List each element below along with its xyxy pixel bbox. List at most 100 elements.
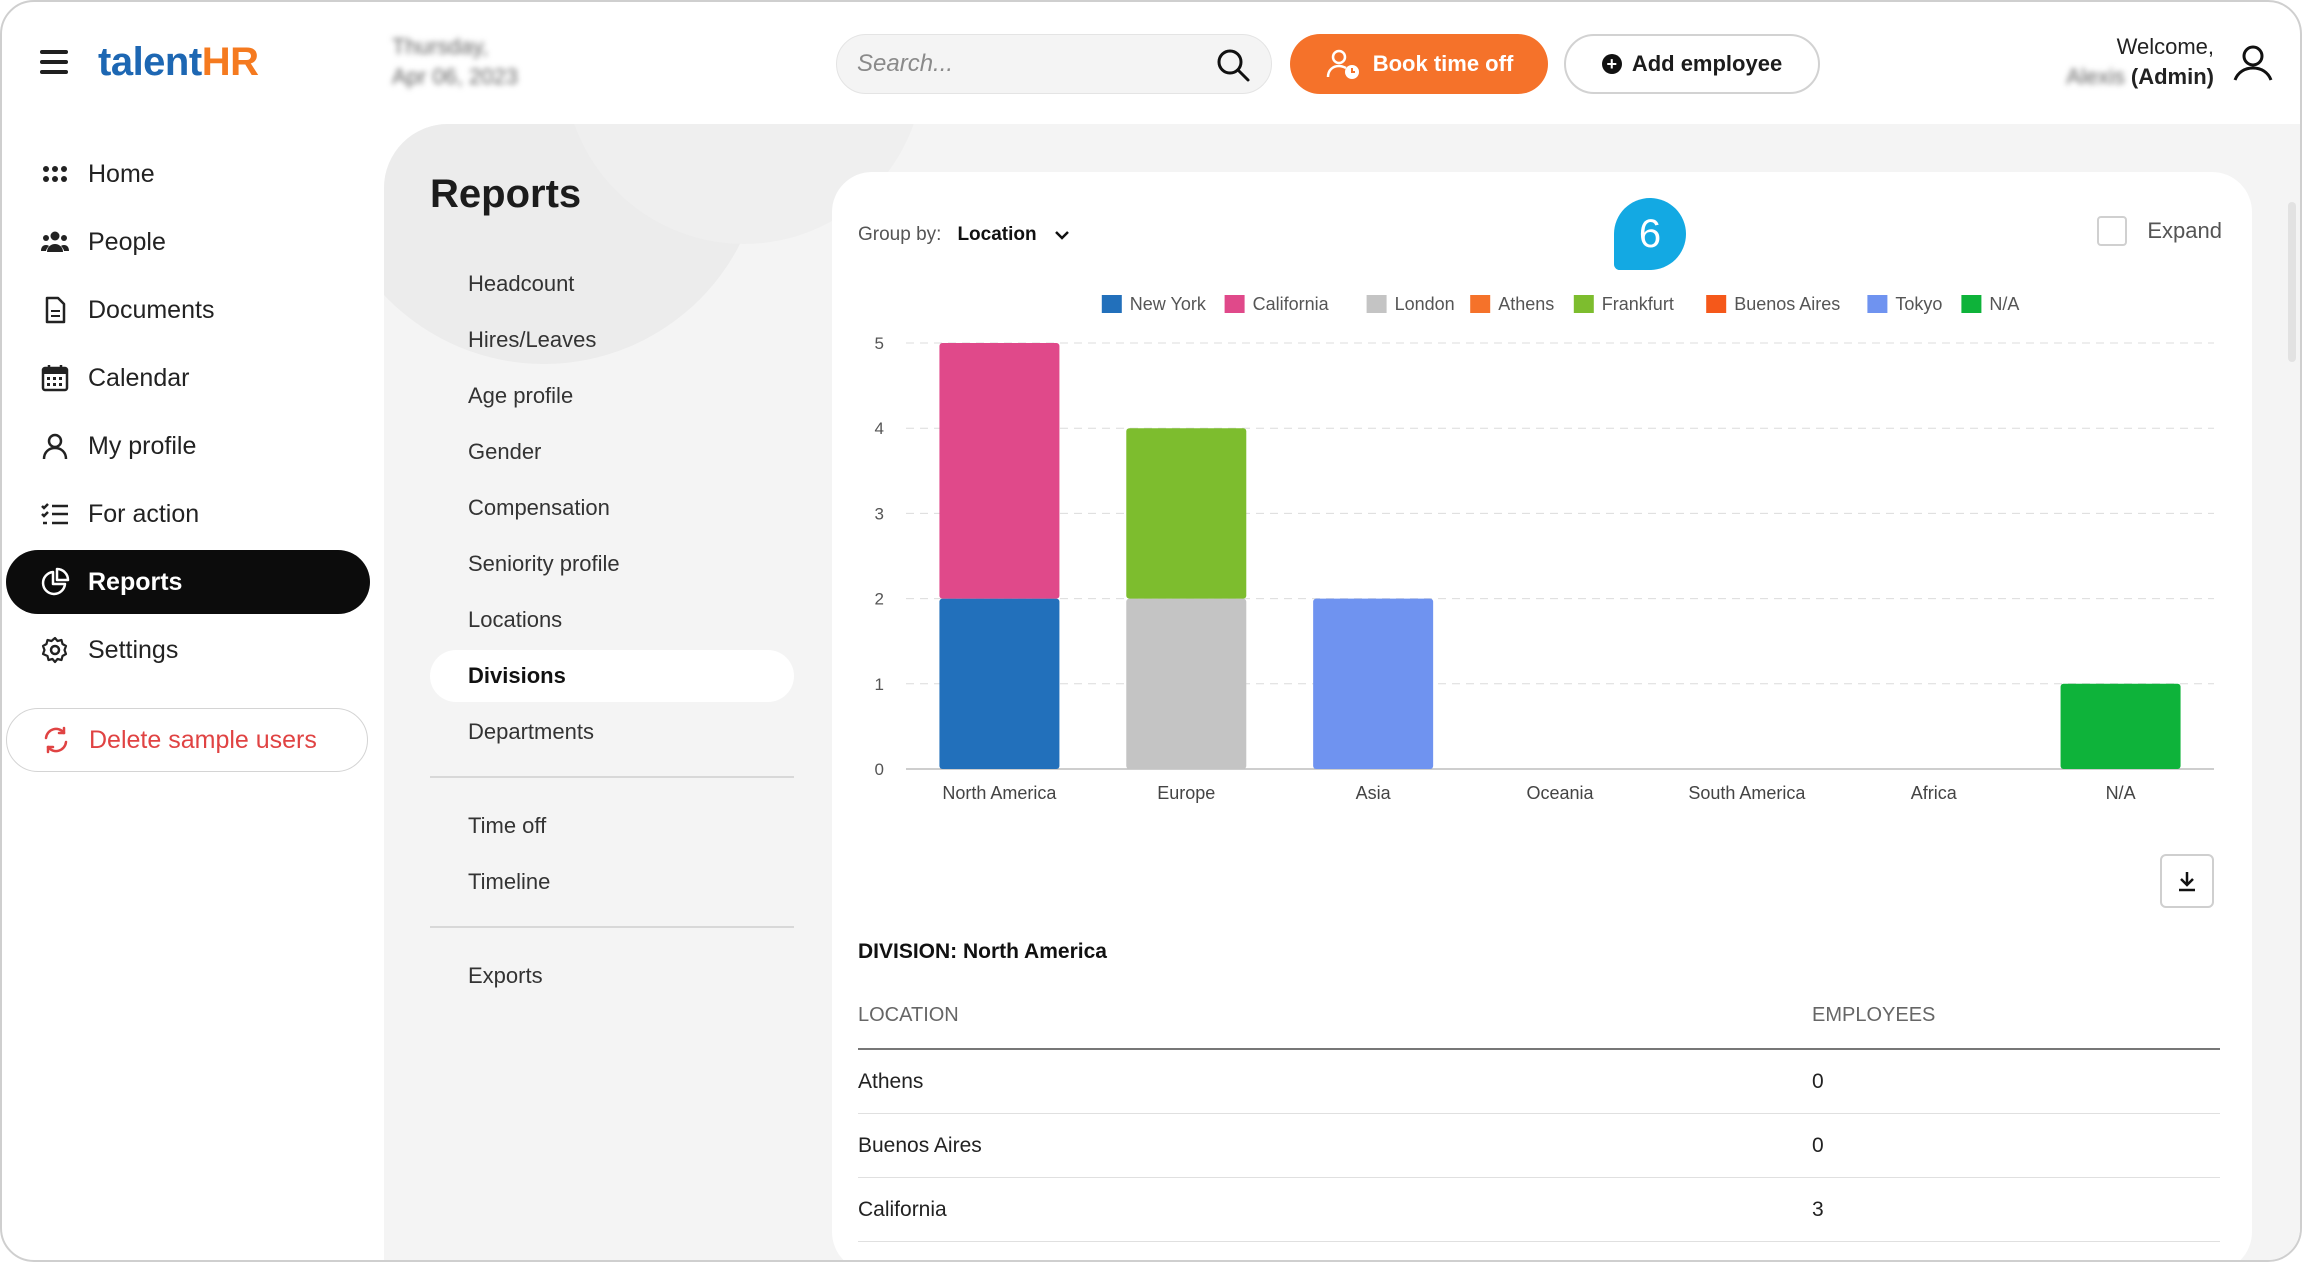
table-row: Athens 0: [858, 1050, 2220, 1114]
report-item-headcount[interactable]: Headcount: [430, 258, 794, 310]
legend-label: N/A: [1989, 294, 2019, 314]
date-display: Thursday, Apr 06, 2023: [392, 34, 518, 89]
download-button[interactable]: [2160, 854, 2214, 908]
location-cell: California: [858, 1197, 947, 1221]
report-item-seniority-profile[interactable]: Seniority profile: [430, 538, 794, 590]
sidebar-item-label: For action: [88, 499, 200, 528]
page-title: Reports: [430, 172, 582, 216]
legend-swatch: [1867, 295, 1888, 313]
bar-segment: [1126, 428, 1247, 599]
sidebar-item-label: Documents: [88, 295, 215, 324]
column-header-employees: EMPLOYEES: [1812, 1004, 1936, 1026]
legend-swatch: [1573, 295, 1594, 313]
book-time-off-label: Book time off: [1372, 51, 1514, 76]
employees-cell: 0: [1812, 1133, 1824, 1157]
report-item-timeline[interactable]: Timeline: [430, 856, 794, 908]
divider: [430, 926, 794, 928]
x-tick-label: Africa: [1911, 783, 1958, 803]
location-cell: Athens: [858, 1069, 924, 1093]
division-bar-chart: 0 1 2 3 4 5 North America Europe Asia Oceania Sout…: [875, 294, 2214, 803]
report-item-exports[interactable]: Exports: [430, 950, 794, 1002]
legend-swatch: [1470, 295, 1491, 313]
expand-toggle[interactable]: Expand: [2097, 216, 2222, 246]
report-item-time-off[interactable]: Time off: [430, 800, 794, 852]
sidebar-item-label: Settings: [88, 635, 179, 664]
divider: [430, 776, 794, 778]
expand-checkbox[interactable]: [2097, 216, 2128, 246]
report-item-gender[interactable]: Gender: [430, 426, 794, 478]
bar-segment: [939, 598, 1060, 769]
book-time-off-button[interactable]: Book time off: [1290, 34, 1548, 94]
report-item-divisions[interactable]: Divisions: [430, 650, 794, 702]
sidebar-item-label: Reports: [88, 567, 183, 596]
y-tick-label: 3: [875, 504, 884, 523]
bar-segment: [1126, 598, 1247, 769]
search-input[interactable]: [857, 35, 1197, 93]
user-name: Alexis: [2066, 64, 2125, 89]
logo[interactable]: talentHR: [98, 40, 259, 85]
table-row: California 3: [858, 1178, 2220, 1242]
report-item-hires-leaves[interactable]: Hires/Leaves: [430, 314, 794, 366]
sidebar-item-label: Home: [88, 159, 155, 188]
y-tick-label: 1: [875, 675, 884, 694]
sidebar-item-label: My profile: [88, 431, 197, 460]
pie-chart-icon: [41, 567, 70, 596]
calendar-icon: [41, 365, 69, 392]
legend-label: Frankfurt: [1602, 294, 1674, 314]
people-icon: [41, 231, 69, 252]
division-title: DIVISION: North America: [858, 940, 1107, 963]
user-clock-icon: [1326, 49, 1359, 79]
legend-swatch: [1706, 295, 1727, 313]
legend-swatch: [1101, 295, 1122, 313]
legend-swatch: [1224, 295, 1245, 313]
sidebar-item-reports[interactable]: Reports: [6, 550, 370, 614]
user-icon: [42, 433, 68, 460]
sidebar-nav: Home People Documents Calendar My profil…: [6, 142, 370, 686]
legend-label: Tokyo: [1895, 294, 1942, 314]
hamburger-menu-icon[interactable]: [40, 50, 68, 74]
group-by-label: Group by:: [858, 224, 942, 245]
chevron-down-icon[interactable]: [1053, 226, 1071, 244]
legend-swatch: [1961, 295, 1982, 313]
sidebar-item-home[interactable]: Home: [6, 142, 370, 206]
sidebar-item-documents[interactable]: Documents: [6, 278, 370, 342]
scrollbar[interactable]: [2288, 202, 2296, 362]
bar-segment: [939, 343, 1060, 599]
sidebar-item-for-action[interactable]: For action: [6, 482, 370, 546]
add-employee-label: Add employee: [1631, 51, 1783, 76]
y-tick-label: 4: [875, 419, 884, 438]
search-icon[interactable]: [1215, 47, 1251, 83]
x-tick-label: South America: [1688, 783, 1806, 803]
x-tick-label: North America: [942, 783, 1057, 803]
sidebar-item-people[interactable]: People: [6, 210, 370, 274]
legend-label: London: [1395, 294, 1455, 314]
download-icon: [2179, 872, 2195, 892]
employees-cell: 0: [1812, 1069, 1824, 1093]
sidebar-item-settings[interactable]: Settings: [6, 618, 370, 682]
x-tick-label: Oceania: [1526, 783, 1594, 803]
delete-sample-users-button[interactable]: Delete sample users: [6, 708, 368, 772]
y-tick-label: 5: [875, 334, 884, 353]
y-tick-label: 2: [875, 590, 884, 609]
employees-cell: 3: [1812, 1197, 1824, 1221]
table-row: Buenos Aires 0: [858, 1114, 2220, 1178]
report-item-departments[interactable]: Departments: [430, 706, 794, 758]
report-item-age-profile[interactable]: Age profile: [430, 370, 794, 422]
step-callout-badge: 6: [1614, 198, 1686, 270]
group-by-select[interactable]: Location: [957, 224, 1036, 246]
x-tick-label: Europe: [1157, 783, 1215, 803]
search-bar[interactable]: [836, 34, 1272, 94]
report-item-locations[interactable]: Locations: [430, 594, 794, 646]
sidebar-item-calendar[interactable]: Calendar: [6, 346, 370, 410]
avatar-icon[interactable]: [2222, 32, 2284, 94]
legend-swatch: [1366, 295, 1387, 313]
add-employee-button[interactable]: + Add employee: [1564, 34, 1820, 94]
legend-label: California: [1253, 294, 1330, 314]
checklist-icon: [41, 503, 68, 525]
report-item-compensation[interactable]: Compensation: [430, 482, 794, 534]
reports-menu: Headcount Hires/Leaves Age profile Gende…: [430, 258, 794, 1006]
delete-sample-users-label: Delete sample users: [89, 725, 317, 754]
legend-label: Athens: [1498, 294, 1554, 314]
sidebar-item-my-profile[interactable]: My profile: [6, 414, 370, 478]
legend-label: New York: [1130, 294, 1207, 314]
